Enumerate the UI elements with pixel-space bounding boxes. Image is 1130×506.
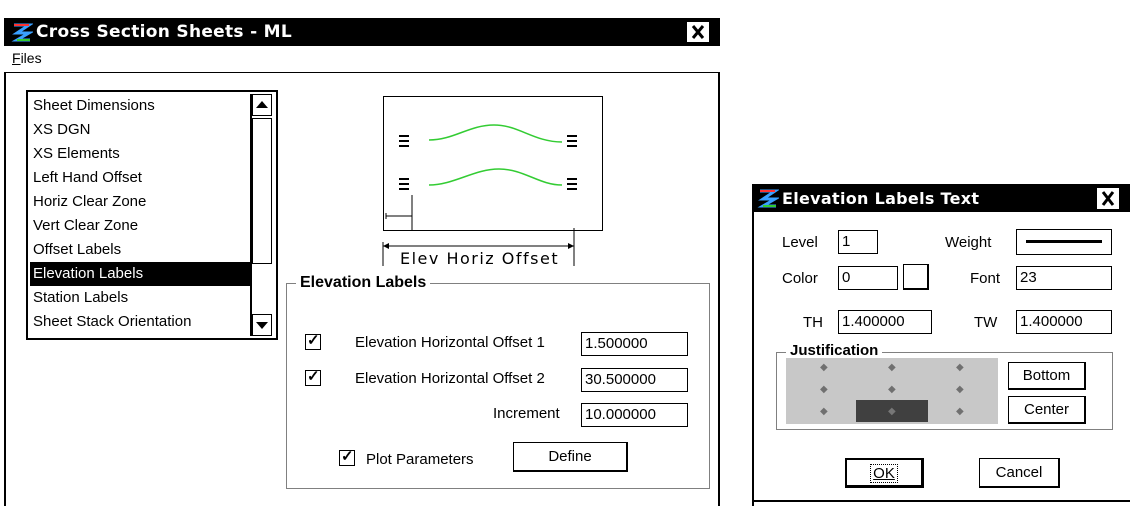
list-item[interactable]: Left Hand Offset: [30, 166, 252, 190]
color-label: Color: [782, 270, 818, 287]
list-item[interactable]: Vert Clear Zone: [30, 214, 252, 238]
list-item[interactable]: XS Elements: [30, 142, 252, 166]
window-border-left: [4, 72, 6, 506]
preview-caption: Elev Horiz Offset: [400, 249, 560, 268]
close-icon: [691, 25, 705, 39]
close-button[interactable]: [687, 22, 709, 42]
dialog-border-bottom: [752, 500, 1130, 502]
window-border-right: [718, 72, 720, 506]
ok-label: OK: [870, 464, 898, 483]
offset2-input[interactable]: 30.500000: [581, 368, 688, 392]
checkmark-icon: ✓: [307, 368, 320, 385]
justify-bottom-right[interactable]: ◆: [956, 406, 964, 417]
category-listbox[interactable]: Sheet Dimensions XS DGN XS Elements Left…: [26, 90, 278, 340]
justify-top-left[interactable]: ◆: [820, 362, 828, 373]
justification-grid[interactable]: ◆ ◆ ◆ ◆ ◆ ◆ ◆ ◆ ◆: [786, 358, 998, 424]
increment-label: Increment: [493, 405, 560, 422]
weight-label: Weight: [945, 234, 992, 251]
close-icon: [1101, 191, 1115, 206]
ground-line-bottom: [428, 168, 563, 186]
scroll-down-button[interactable]: [252, 314, 272, 336]
menu-files[interactable]: Files: [12, 50, 42, 67]
th-input[interactable]: 1.400000: [838, 310, 932, 334]
color-swatch-button[interactable]: [903, 264, 929, 290]
group-title: Elevation Labels: [296, 274, 431, 292]
justify-middle-center[interactable]: ◆: [888, 384, 896, 395]
list-item[interactable]: Horiz Clear Zone: [30, 190, 252, 214]
preview-graphic: [385, 124, 577, 230]
list-item[interactable]: XS DGN: [30, 118, 252, 142]
dialog-close-button[interactable]: [1097, 188, 1119, 209]
dialog-title-bar[interactable]: Elevation Labels Text: [752, 184, 1130, 212]
category-list: Sheet Dimensions XS DGN XS Elements Left…: [30, 94, 252, 334]
scroll-up-button[interactable]: [252, 94, 272, 116]
justify-top-right[interactable]: ◆: [956, 362, 964, 373]
list-item[interactable]: Sheet Dimensions: [30, 94, 252, 118]
list-item[interactable]: Offset Labels: [30, 238, 252, 262]
font-input[interactable]: 23: [1016, 266, 1112, 290]
justify-bottom-left[interactable]: ◆: [820, 406, 828, 417]
window-title: Cross Section Sheets - ML: [36, 22, 292, 42]
define-button[interactable]: Define: [513, 442, 628, 472]
justify-dot: ◆: [888, 406, 896, 417]
ground-line-top: [428, 124, 563, 143]
arrow-up-icon: [256, 101, 268, 108]
weight-selector[interactable]: [1016, 229, 1112, 255]
ok-button[interactable]: OK: [845, 458, 924, 488]
level-label: Level: [782, 234, 818, 251]
cross-section-sheets-window: Cross Section Sheets - ML Files Sheet Di…: [0, 0, 722, 506]
list-item[interactable]: Sheet Stack Orientation: [30, 310, 252, 334]
weight-line-sample: [1026, 240, 1102, 243]
font-label: Font: [970, 270, 1001, 287]
app-logo-icon: [757, 187, 779, 209]
justify-middle-left[interactable]: ◆: [820, 384, 828, 395]
justify-top-center[interactable]: ◆: [888, 362, 896, 373]
center-button[interactable]: Center: [1008, 396, 1086, 424]
scroll-thumb[interactable]: [252, 118, 272, 264]
offset1-label: Elevation Horizontal Offset 1: [355, 334, 545, 351]
justify-middle-right[interactable]: ◆: [956, 384, 964, 395]
list-item-selected[interactable]: Elevation Labels: [30, 262, 252, 286]
th-label: TH: [803, 314, 823, 331]
elevation-tick-labels-left: [399, 135, 409, 190]
checkmark-icon: ✓: [307, 332, 320, 349]
plot-parameters-checkbox[interactable]: ✓: [339, 448, 355, 466]
tw-input[interactable]: 1.400000: [1016, 310, 1112, 334]
level-input[interactable]: 1: [838, 230, 878, 254]
bottom-button[interactable]: Bottom: [1008, 362, 1086, 390]
arrow-down-icon: [256, 322, 268, 329]
list-scrollbar[interactable]: [250, 94, 274, 336]
app-logo-icon: [11, 21, 33, 43]
offset1-input[interactable]: 1.500000: [581, 332, 688, 356]
increment-input[interactable]: 10.000000: [581, 403, 688, 427]
elevation-labels-text-dialog: [746, 172, 1130, 506]
offset2-label: Elevation Horizontal Offset 2: [355, 370, 545, 387]
dialog-border-left: [752, 212, 754, 506]
color-input[interactable]: 0: [838, 266, 898, 290]
list-item[interactable]: Station Labels: [30, 286, 252, 310]
dialog-title: Elevation Labels Text: [782, 189, 980, 208]
offset2-checkbox[interactable]: ✓: [305, 368, 321, 386]
tw-label: TW: [974, 314, 998, 331]
elevation-preview: [383, 96, 603, 231]
elevation-tick-labels-right: [567, 135, 577, 190]
offset1-checkbox[interactable]: ✓: [305, 332, 321, 350]
justification-title: Justification: [786, 342, 883, 359]
plot-parameters-label: Plot Parameters: [366, 451, 474, 468]
cancel-button[interactable]: Cancel: [979, 458, 1060, 488]
title-bar[interactable]: Cross Section Sheets - ML: [4, 18, 720, 46]
justify-bottom-center-selected[interactable]: ◆: [856, 400, 928, 422]
menu-bar: Files: [4, 46, 720, 73]
checkmark-icon: ✓: [341, 448, 354, 465]
